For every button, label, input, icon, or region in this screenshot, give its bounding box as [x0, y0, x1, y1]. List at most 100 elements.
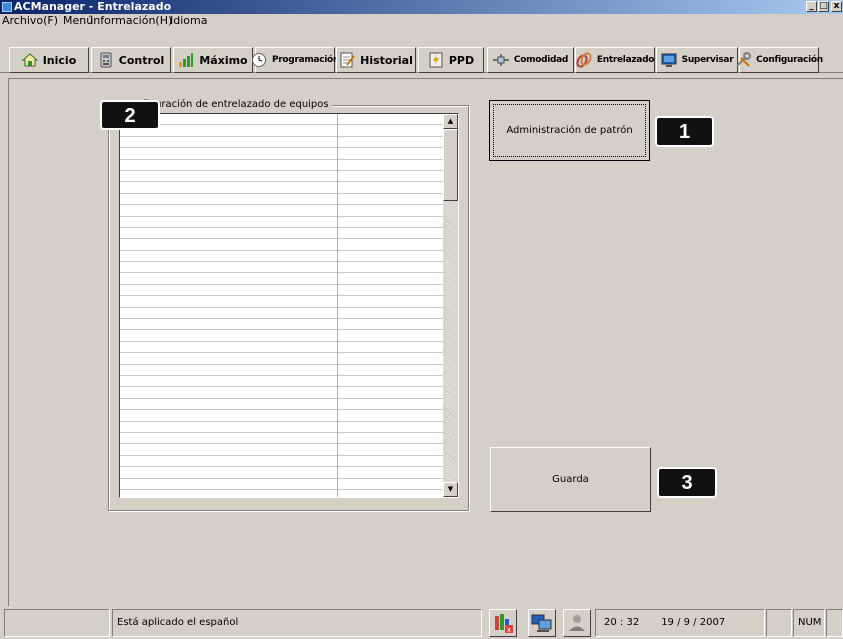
user-icon[interactable] [563, 609, 591, 637]
ppd-icon [428, 52, 444, 68]
callout-1: 1 [655, 116, 714, 147]
menu-menu[interactable]: Menú [63, 14, 93, 27]
toolbar-button-comodidad[interactable]: Comodidad [487, 47, 574, 73]
list-item[interactable] [120, 308, 444, 320]
menu-idioma[interactable]: Idioma [170, 14, 207, 27]
toolbar-label: Supervisar [681, 55, 734, 65]
list-item[interactable] [120, 456, 444, 468]
svg-text:x: x [507, 626, 511, 634]
toolbar-label: PPD [448, 53, 475, 67]
list-item[interactable] [120, 353, 444, 365]
list-item[interactable] [120, 239, 444, 251]
status-panel-empty [4, 609, 110, 637]
list-item[interactable] [120, 410, 444, 422]
menu-informacion[interactable]: Información(H) [90, 14, 172, 27]
toolbar-label: Inicio [42, 53, 77, 67]
maximize-button[interactable]: □ [818, 1, 829, 12]
toolbar-button-supervisar[interactable]: Supervisar [656, 47, 738, 73]
list-item[interactable] [120, 330, 444, 342]
list-item[interactable] [120, 319, 444, 331]
notepad-icon [339, 52, 355, 68]
pattern-admin-button[interactable]: Administración de patrón [489, 100, 650, 161]
status-bar: Está aplicado el español x 20 : 32 19 / … [0, 607, 843, 639]
list-item[interactable] [120, 251, 444, 263]
toolbar: Inicio Control Máximo Programación Histo… [0, 28, 843, 73]
toolbar-button-configuracion[interactable]: Configuración [736, 47, 823, 73]
list-item[interactable] [120, 467, 444, 479]
list-item[interactable] [120, 376, 444, 388]
scroll-up-icon[interactable]: ▲ [443, 114, 458, 129]
save-label: Guarda [552, 474, 589, 485]
scroll-thumb[interactable] [443, 129, 458, 201]
list-item[interactable] [120, 160, 444, 171]
window-title: ACManager - Entrelazado [14, 0, 172, 13]
vertical-scrollbar[interactable]: ▲ ▼ [443, 114, 458, 497]
list-item[interactable] [120, 205, 444, 217]
list-item[interactable] [120, 296, 444, 308]
list-item[interactable] [120, 148, 444, 160]
interlock-list[interactable]: ▲ ▼ [119, 113, 459, 498]
toolbar-button-control[interactable]: Control [91, 47, 171, 73]
toolbar-button-historial[interactable]: Historial [336, 47, 416, 73]
close-button[interactable]: x [831, 1, 842, 12]
list-item[interactable] [120, 479, 444, 490]
list-item[interactable] [120, 444, 444, 456]
list-item[interactable] [120, 194, 444, 206]
list-item[interactable] [120, 262, 444, 274]
network-icon [492, 52, 509, 68]
list-item[interactable] [120, 399, 444, 411]
status-datetime: 20 : 32 19 / 9 / 2007 [595, 609, 765, 637]
app-icon [2, 2, 12, 12]
column-separator [337, 114, 338, 497]
toolbar-label: Programación [271, 55, 340, 65]
save-button[interactable]: Guarda [490, 447, 651, 512]
list-item[interactable] [120, 285, 444, 297]
clock-icon [251, 52, 267, 68]
computers-icon[interactable] [528, 609, 556, 637]
list-item[interactable] [120, 273, 444, 285]
toolbar-button-entrelazado[interactable]: Entrelazado [575, 47, 655, 73]
list-item[interactable] [120, 387, 444, 399]
list-item[interactable] [120, 217, 444, 228]
minimize-button[interactable]: _ [806, 1, 817, 12]
toolbar-label: Entrelazado [596, 55, 655, 65]
status-panel-scroll [826, 609, 843, 637]
list-rows [120, 114, 444, 490]
status-time: 20 : 32 [604, 617, 640, 628]
toolbar-button-ppd[interactable]: PPD [418, 47, 484, 73]
monitor-icon [661, 52, 677, 68]
toolbar-label: Historial [360, 53, 413, 67]
list-item[interactable] [120, 125, 444, 137]
focus-rect [493, 104, 646, 157]
status-num: NUM [793, 609, 825, 637]
tools-icon [735, 52, 752, 68]
toolbar-label: Configuración [756, 55, 823, 65]
toolbar-button-maximo[interactable]: Máximo [173, 47, 253, 73]
status-panel-caps [766, 609, 792, 637]
callout-2: 2 [100, 100, 160, 130]
status-date: 19 / 9 / 2007 [661, 617, 726, 628]
list-item[interactable] [120, 433, 444, 445]
list-item[interactable] [120, 171, 444, 183]
toolbar-label: Máximo [199, 53, 248, 67]
list-item[interactable] [120, 182, 444, 194]
remote-control-icon [98, 52, 114, 68]
toolbar-button-programacion[interactable]: Programación [251, 47, 339, 73]
list-item[interactable] [120, 342, 444, 354]
house-icon [21, 52, 39, 68]
list-item[interactable] [120, 114, 444, 126]
list-item[interactable] [120, 422, 444, 433]
toolbar-label: Control [118, 53, 165, 67]
interlock-icon [576, 52, 592, 68]
list-item[interactable] [120, 137, 444, 149]
menu-archivo[interactable]: Archivo(F) [2, 14, 58, 27]
toolbar-label: Comodidad [513, 55, 569, 65]
chart-error-icon[interactable]: x [489, 609, 517, 637]
scroll-down-icon[interactable]: ▼ [443, 482, 458, 497]
list-item[interactable] [120, 228, 444, 240]
title-bar: ACManager - Entrelazado _ □ x [0, 0, 843, 14]
status-message: Está aplicado el español [112, 609, 482, 637]
list-item[interactable] [120, 365, 444, 376]
toolbar-button-inicio[interactable]: Inicio [9, 47, 89, 73]
menu-bar: Archivo(F) Menú Información(H) Idioma [0, 14, 843, 27]
